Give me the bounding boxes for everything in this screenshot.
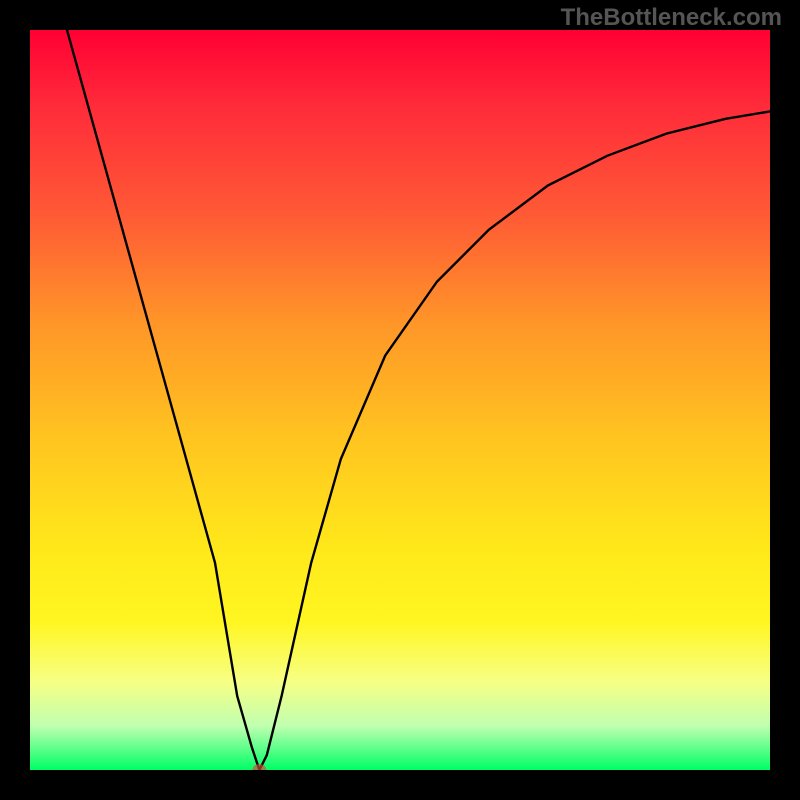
watermark-text: TheBottleneck.com [561, 4, 782, 32]
chart-svg [30, 30, 770, 770]
bottleneck-curve [67, 30, 770, 770]
chart-plot-area [30, 30, 770, 770]
minimum-marker [252, 764, 266, 770]
